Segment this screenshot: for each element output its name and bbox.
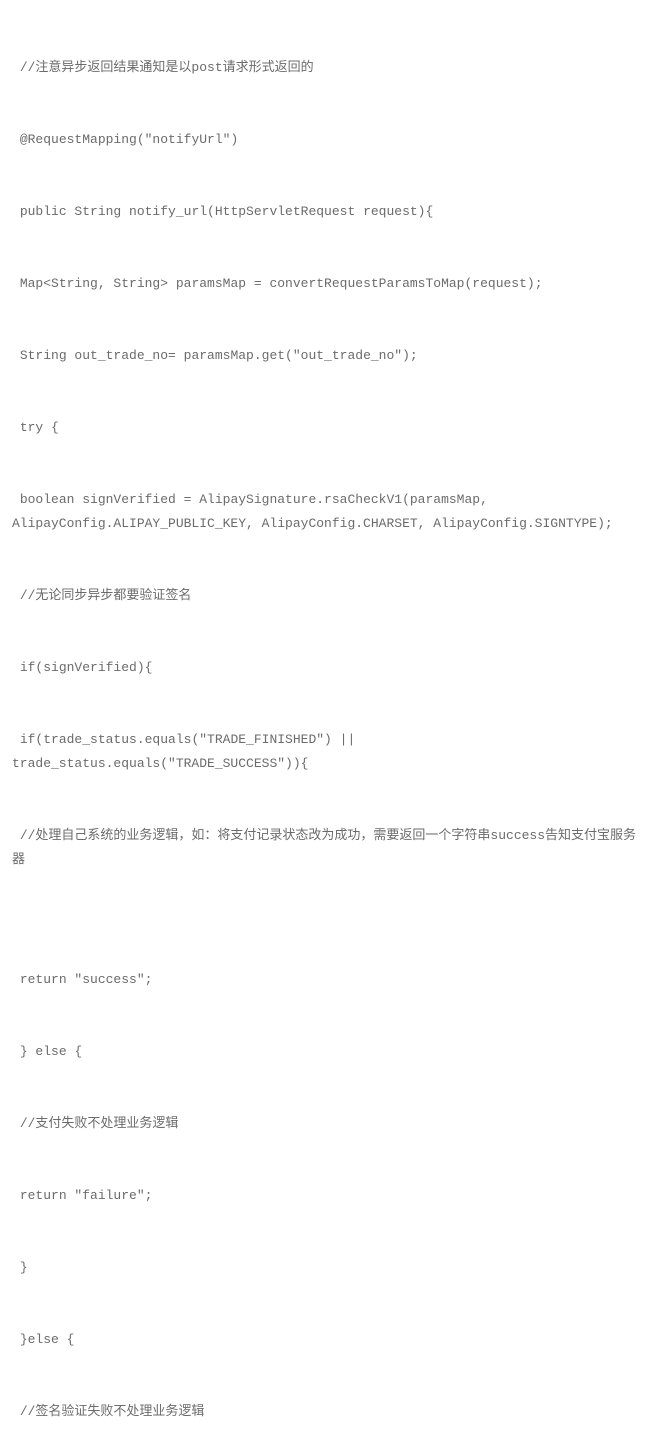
code-line: return "failure"; [12, 1184, 642, 1208]
code-line: } else { [12, 1040, 642, 1064]
code-line: //无论同步异步都要验证签名 [12, 584, 642, 608]
code-line: String out_trade_no= paramsMap.get("out_… [12, 344, 642, 368]
code-line: //签名验证失败不处理业务逻辑 [12, 1400, 642, 1424]
code-line: try { [12, 416, 642, 440]
code-line: //处理自己系统的业务逻辑，如：将支付记录状态改为成功，需要返回一个字符串suc… [12, 824, 642, 872]
code-block: //注意异步返回结果通知是以post请求形式返回的 @RequestMappin… [12, 8, 642, 1454]
code-line: boolean signVerified = AlipaySignature.r… [12, 488, 642, 536]
code-line: Map<String, String> paramsMap = convertR… [12, 272, 642, 296]
code-line: return "success"; [12, 968, 642, 992]
code-line: @RequestMapping("notifyUrl") [12, 128, 642, 152]
code-line: }else { [12, 1328, 642, 1352]
code-line: //注意异步返回结果通知是以post请求形式返回的 [12, 56, 642, 80]
code-line: public String notify_url(HttpServletRequ… [12, 200, 642, 224]
code-line: //支付失败不处理业务逻辑 [12, 1112, 642, 1136]
code-line: } [12, 1256, 642, 1280]
code-line: if(signVerified){ [12, 656, 642, 680]
code-line: if(trade_status.equals("TRADE_FINISHED")… [12, 728, 642, 776]
